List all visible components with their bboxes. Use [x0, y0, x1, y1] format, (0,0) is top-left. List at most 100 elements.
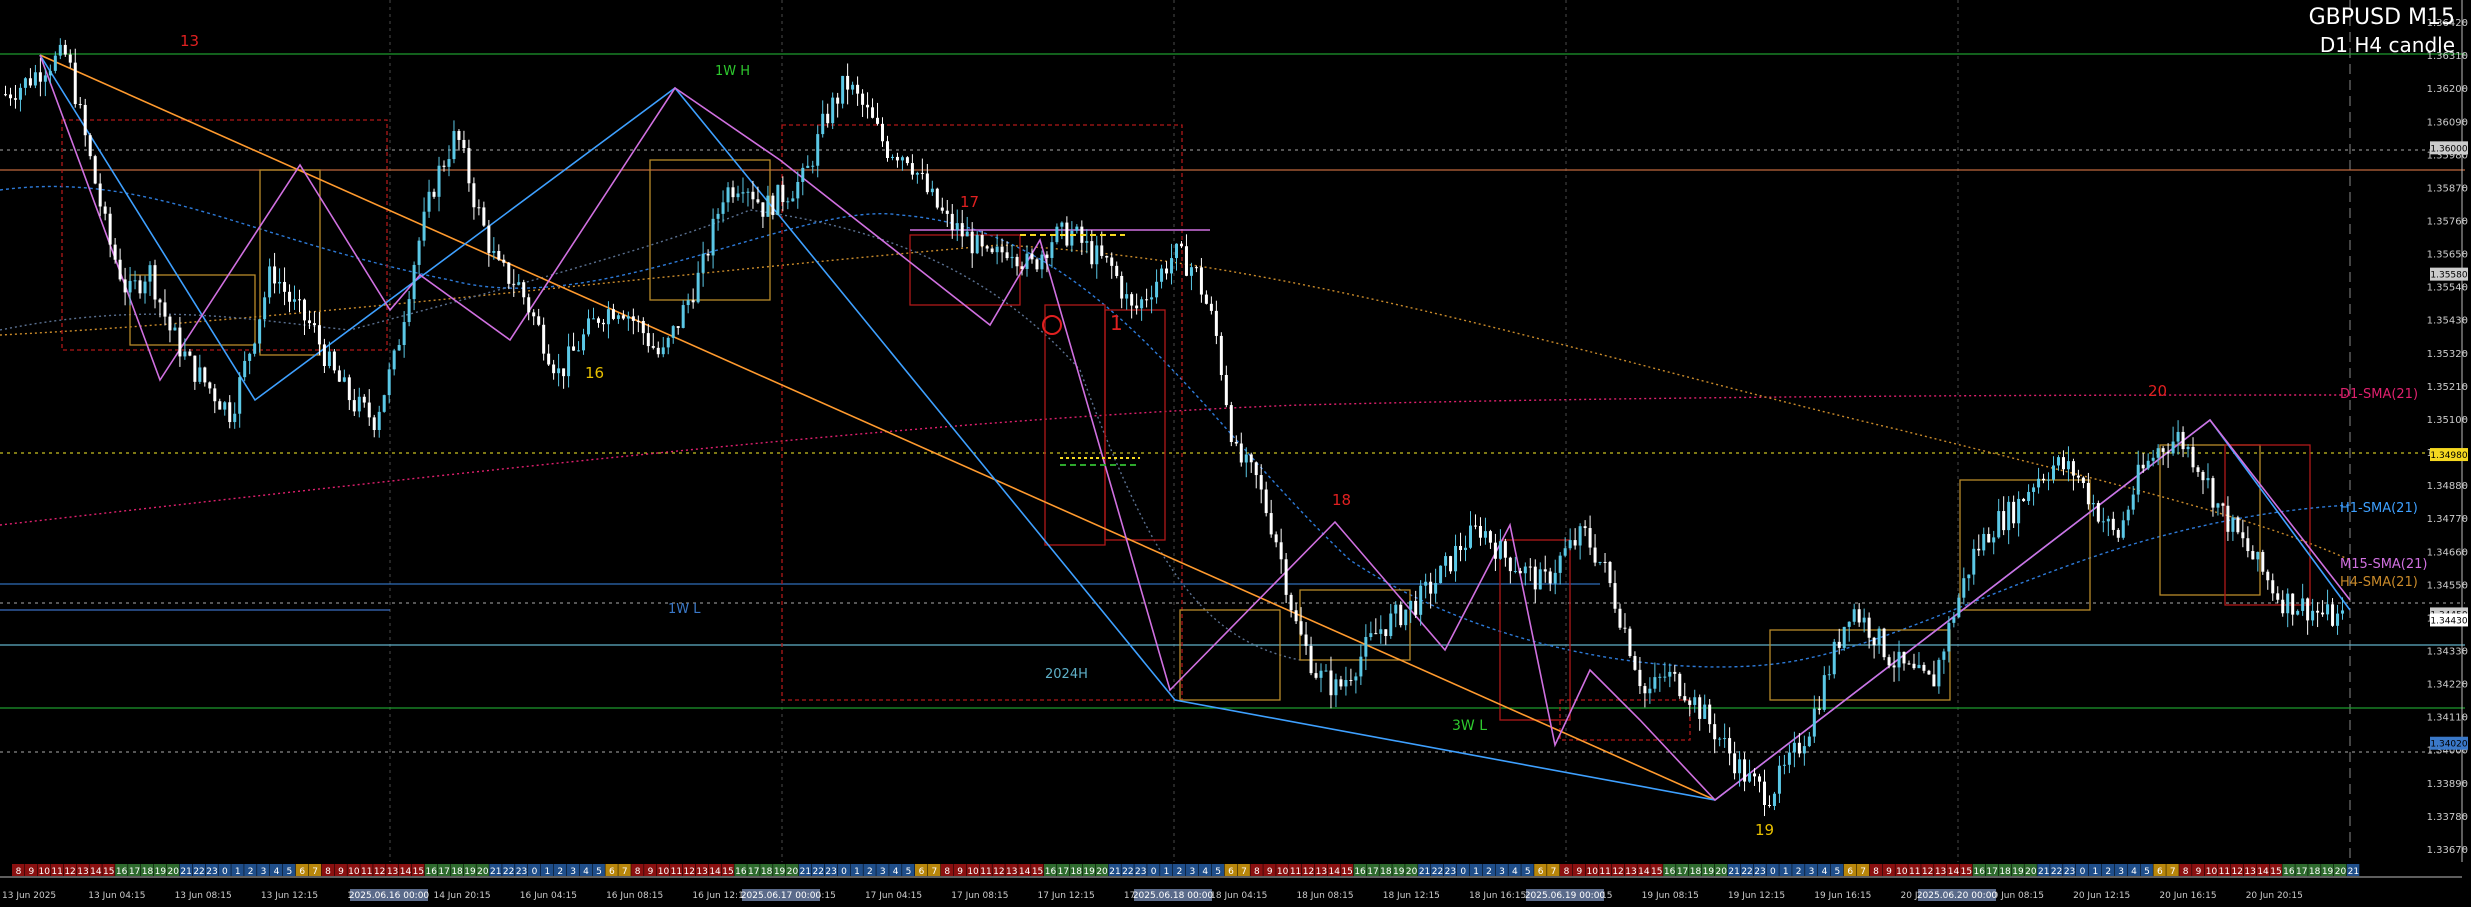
candle-body [1897, 651, 1901, 668]
candle-body [706, 253, 710, 256]
candle-body [1932, 674, 1936, 687]
candle-body [372, 417, 376, 431]
hour-label: 7 [1241, 867, 1247, 877]
candle-body [930, 188, 934, 193]
hour-label: 17 [438, 867, 449, 877]
candle-body [2321, 612, 2325, 615]
candle-body [542, 324, 546, 354]
candle-body [1772, 793, 1776, 806]
hour-label: 0 [1460, 867, 1466, 877]
label-1w-high: 1W H [715, 64, 750, 79]
candle-body [38, 72, 42, 82]
candle-body [402, 322, 406, 346]
candle-body [2111, 518, 2115, 530]
price-chart[interactable]: 1.364201.363101.362001.360901.359801.358… [0, 0, 2471, 907]
candle-body [78, 104, 82, 106]
hour-label: 10 [1896, 867, 1908, 877]
candle-body [831, 97, 835, 124]
current-price-label: 1.34430 [2430, 616, 2467, 626]
price-tick-label: 1.36200 [2427, 84, 2468, 95]
candle-body [885, 141, 889, 158]
candle-body [228, 402, 232, 423]
candle-body [562, 368, 566, 377]
candle-body [2071, 461, 2075, 476]
candle-body [2012, 501, 2016, 524]
day-separator-label: 2025.06.20 00:00 [1917, 891, 1998, 901]
candle-body [841, 75, 845, 104]
candle-body [751, 191, 755, 200]
hour-label: 0 [532, 867, 538, 877]
hour-label: 19 [2322, 867, 2334, 877]
candle-body [223, 402, 227, 410]
candle-body [567, 346, 571, 377]
hour-label: 9 [648, 867, 654, 877]
candle-body [1503, 541, 1507, 558]
candle-body [985, 246, 989, 249]
candle-body [1852, 609, 1856, 622]
candle-body [2251, 551, 2255, 560]
time-label: 13 Jun 08:15 [175, 891, 232, 901]
candle-body [2301, 598, 2305, 611]
candle-body [621, 315, 625, 319]
candle-body [2206, 478, 2210, 481]
candle-body [1130, 294, 1134, 306]
hour-label: 20 [1096, 867, 1108, 877]
candle-body [1339, 679, 1343, 687]
candle-body [1319, 670, 1323, 678]
candle-body [1882, 628, 1886, 658]
candle-body [283, 281, 287, 292]
candle-body [900, 157, 904, 161]
candle-body [1379, 629, 1383, 634]
candle-body [2007, 501, 2011, 531]
candle-body [2331, 604, 2335, 626]
hour-label: 1 [1164, 867, 1170, 877]
candle-body [1125, 294, 1129, 299]
candle-body [876, 117, 880, 124]
candle-body [1548, 571, 1552, 584]
candle-body [153, 265, 157, 300]
price-tag-label: 1.34980 [2430, 451, 2467, 461]
hour-label: 2 [1486, 867, 1492, 877]
candle-body [676, 326, 680, 328]
candle-body [1518, 571, 1522, 574]
candle-body [253, 343, 257, 354]
candle-body [1394, 604, 1398, 614]
price-tick-label: 1.35870 [2427, 183, 2468, 194]
candle-body [43, 75, 47, 82]
candle-body [1947, 622, 1951, 652]
hour-label: 1 [235, 867, 241, 877]
candle-body [1459, 545, 1463, 551]
candle-body [1090, 241, 1094, 265]
candle-body [1558, 555, 1562, 573]
hour-label: 3 [880, 867, 886, 877]
candle-body [2081, 477, 2085, 483]
candle-body [188, 351, 192, 356]
hour-label: 7 [2170, 867, 2176, 877]
candle-body [1663, 676, 1667, 678]
candle-body [2341, 610, 2345, 614]
candle-body [786, 201, 790, 203]
hour-label: 4 [1202, 867, 1208, 877]
price-tick-label: 1.35540 [2427, 283, 2468, 294]
candle-body [2052, 465, 2056, 480]
candle-body [1812, 708, 1816, 737]
candle-body [1817, 708, 1821, 710]
candle-body [980, 235, 984, 247]
hour-label: 2 [1177, 867, 1183, 877]
time-label: 13 Jun 2025 [2, 891, 56, 901]
candle-body [1429, 581, 1433, 594]
hour-label: 21 [1728, 867, 1739, 877]
candle-body [1050, 242, 1054, 258]
candle-body [1553, 572, 1557, 584]
candle-body [1150, 297, 1154, 300]
candle-body [342, 377, 346, 382]
candle-body [2166, 451, 2170, 454]
candle-body [1478, 525, 1482, 538]
candle-body [696, 272, 700, 303]
hour-label: 1 [1783, 867, 1789, 877]
candle-body [711, 218, 715, 256]
candle-body [2066, 461, 2070, 470]
candle-body [472, 183, 476, 208]
legend-h1-sma: H1-SMA(21) [2340, 501, 2418, 516]
candle-body [1832, 641, 1836, 675]
